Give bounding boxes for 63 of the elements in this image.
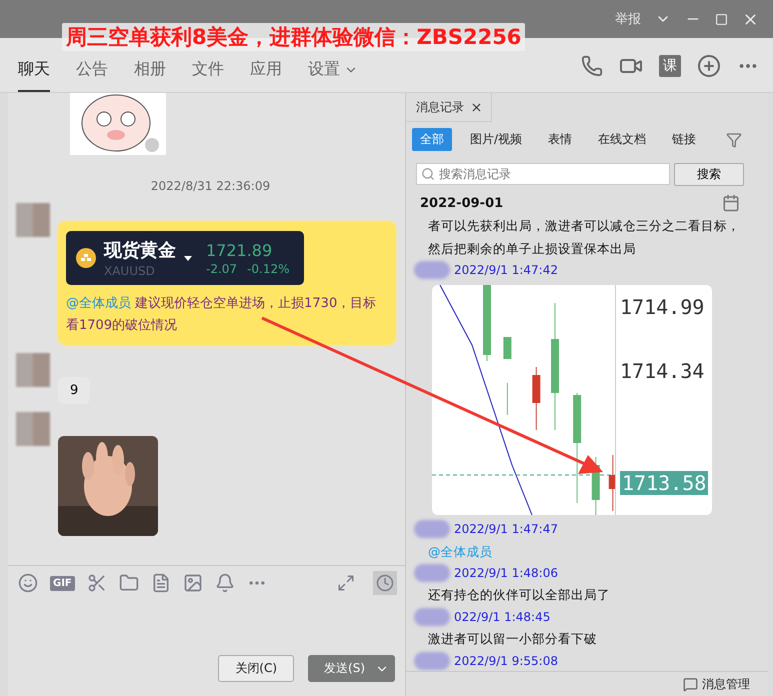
tab[interactable]: 设置 — [308, 59, 358, 92]
search-field[interactable]: 搜索消息记录 — [416, 163, 670, 185]
asset-symbol: XAUUSD — [104, 264, 156, 278]
price-label: 1714.34 — [620, 358, 704, 383]
tab[interactable]: 文件 — [192, 59, 224, 92]
maximize-icon[interactable] — [715, 12, 728, 26]
asset-name: 现货黄金 — [104, 239, 176, 262]
history-message: 者可以先获利出局，激进者可以减仓三分之二看目标，然后把剩余的单子止损设置保本出局 — [428, 217, 741, 258]
filter-tab[interactable]: 链接 — [664, 128, 704, 151]
message-time: 2022/9/1 1:47:42 — [454, 263, 558, 278]
asset-price: 1721.89 — [206, 240, 274, 260]
history-message: 还有持仓的伙伴可以全部出局了 — [428, 586, 611, 604]
plus-icon[interactable] — [697, 54, 721, 78]
document-icon[interactable] — [150, 573, 171, 593]
banner-text: 周三空单获利8美金，进群体验微信：ZBS2256 — [62, 23, 526, 51]
phone-icon[interactable] — [581, 55, 603, 77]
search-icon — [421, 167, 435, 181]
send-button[interactable]: 发送(S) — [308, 655, 395, 682]
filter-tab[interactable]: 图片/视频 — [462, 128, 530, 151]
coin-icon — [76, 248, 96, 268]
close-button[interactable]: 关闭(C) — [218, 655, 294, 682]
folder-icon[interactable] — [118, 573, 139, 593]
bell-icon[interactable] — [214, 573, 235, 593]
candle — [608, 454, 616, 512]
filter-tab[interactable]: 在线文档 — [590, 128, 654, 151]
avatar-icon — [16, 353, 50, 387]
message-text: @全体成员 建议现价轻仓空单进场，止损1730，目标看1709的破位情况 — [66, 295, 378, 335]
calendar-icon[interactable] — [722, 194, 740, 212]
message-time: 022/9/1 1:48:45 — [454, 610, 550, 624]
date-heading: 2022-09-01 — [420, 196, 504, 210]
filter-tab[interactable]: 全部 — [412, 128, 452, 151]
history-message: 激进者可以留一小部分看下破 — [428, 630, 598, 648]
emoji-icon[interactable] — [18, 573, 38, 593]
history-tab[interactable]: 消息记录 — [406, 93, 492, 122]
clock-icon[interactable] — [373, 571, 397, 595]
filter-tab[interactable]: 表情 — [540, 128, 580, 151]
candle — [532, 366, 540, 430]
message-time: 2022/8/31 22:36:09 — [150, 179, 270, 193]
course-button[interactable]: 课 — [659, 55, 681, 77]
price-percent: -0.12% — [247, 262, 290, 276]
avatar-icon — [16, 412, 50, 446]
tab[interactable]: 相册 — [134, 59, 166, 92]
close-icon[interactable] — [470, 100, 483, 114]
scissors-icon[interactable] — [86, 573, 107, 593]
tab[interactable]: 公告 — [76, 59, 108, 92]
report-link[interactable]: 举报 — [615, 10, 641, 28]
price-change: -2.07 — [206, 262, 238, 276]
gif-button[interactable]: GIF — [50, 576, 75, 590]
image-icon[interactable] — [182, 573, 203, 593]
caret-icon — [184, 256, 192, 260]
avatar-icon — [16, 203, 50, 237]
price-label: 1714.99 — [620, 294, 704, 319]
current-price-tag: 1713.58 — [620, 470, 708, 495]
message-text: 9 — [58, 377, 90, 404]
manage-messages-link[interactable]: 消息管理 — [702, 676, 750, 692]
expand-icon[interactable] — [337, 574, 355, 592]
search-button[interactable]: 搜索 — [674, 163, 744, 186]
filter-icon[interactable] — [726, 132, 742, 148]
message-time: 2022/9/1 9:55:08 — [454, 654, 558, 668]
message-time: 2022/9/1 1:48:06 — [454, 566, 558, 580]
message-icon — [683, 676, 698, 692]
message-time: 2022/9/1 1:47:47 — [454, 522, 558, 536]
tab[interactable]: 应用 — [250, 59, 282, 92]
